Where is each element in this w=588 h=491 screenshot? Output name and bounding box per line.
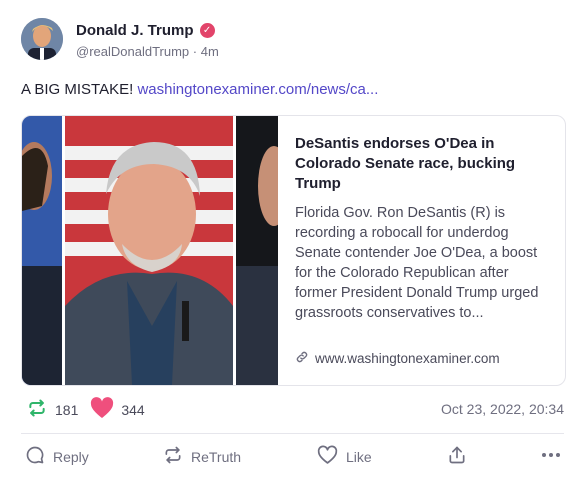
- reply-label: Reply: [53, 448, 89, 465]
- post-text: A BIG MISTAKE! washingtonexaminer.com/ne…: [21, 81, 378, 98]
- heart-icon: [90, 397, 114, 422]
- card-domain[interactable]: www.washingtonexaminer.com: [315, 351, 500, 366]
- link-icon: [295, 350, 309, 367]
- card-text: DeSantis endorses O'Dea in Colorado Sena…: [295, 134, 551, 323]
- author-name-row[interactable]: Donald J. Trump ✓: [76, 22, 215, 39]
- stats-row: 181 344: [26, 397, 157, 422]
- retruth-icon: [26, 398, 48, 421]
- card-domain-row[interactable]: www.washingtonexaminer.com: [295, 350, 500, 367]
- link-preview-card[interactable]: DeSantis endorses O'Dea in Colorado Sena…: [21, 115, 566, 386]
- share-button[interactable]: [447, 445, 467, 468]
- verified-badge-icon: ✓: [199, 23, 215, 38]
- retruth-button[interactable]: ReTruth: [163, 445, 241, 468]
- more-icon: [540, 445, 562, 468]
- retruth-count-value: 181: [55, 401, 79, 418]
- card-title[interactable]: DeSantis endorses O'Dea in Colorado Sena…: [295, 134, 551, 194]
- card-image: [22, 116, 278, 385]
- author-name[interactable]: Donald J. Trump: [76, 22, 194, 39]
- author-handle[interactable]: @realDonaldTrump: [76, 44, 189, 59]
- reply-icon: [25, 445, 45, 468]
- like-count-value: 344: [121, 401, 145, 418]
- post-body: A BIG MISTAKE!: [21, 81, 134, 98]
- post-link[interactable]: washingtonexaminer.com/news/ca...: [137, 81, 378, 98]
- action-bar: Reply ReTruth Like: [0, 445, 588, 471]
- share-icon: [447, 445, 467, 468]
- separator: ·: [192, 44, 198, 59]
- retruth-action-icon: [163, 445, 183, 468]
- divider: [21, 433, 564, 434]
- time-ago[interactable]: 4m: [201, 44, 219, 59]
- retruth-count[interactable]: 181: [26, 398, 78, 421]
- avatar[interactable]: [21, 18, 63, 60]
- handle-row: @realDonaldTrump · 4m: [76, 44, 219, 59]
- heart-outline-icon: [317, 445, 338, 468]
- like-button[interactable]: Like: [317, 445, 372, 468]
- reply-button[interactable]: Reply: [25, 445, 89, 468]
- like-label: Like: [346, 448, 372, 465]
- more-options-button[interactable]: [540, 445, 562, 468]
- like-count[interactable]: 344: [90, 397, 145, 422]
- retruth-label: ReTruth: [191, 448, 242, 465]
- card-description: Florida Gov. Ron DeSantis (R) is recordi…: [295, 205, 539, 321]
- post-timestamp: Oct 23, 2022, 20:34: [441, 401, 564, 417]
